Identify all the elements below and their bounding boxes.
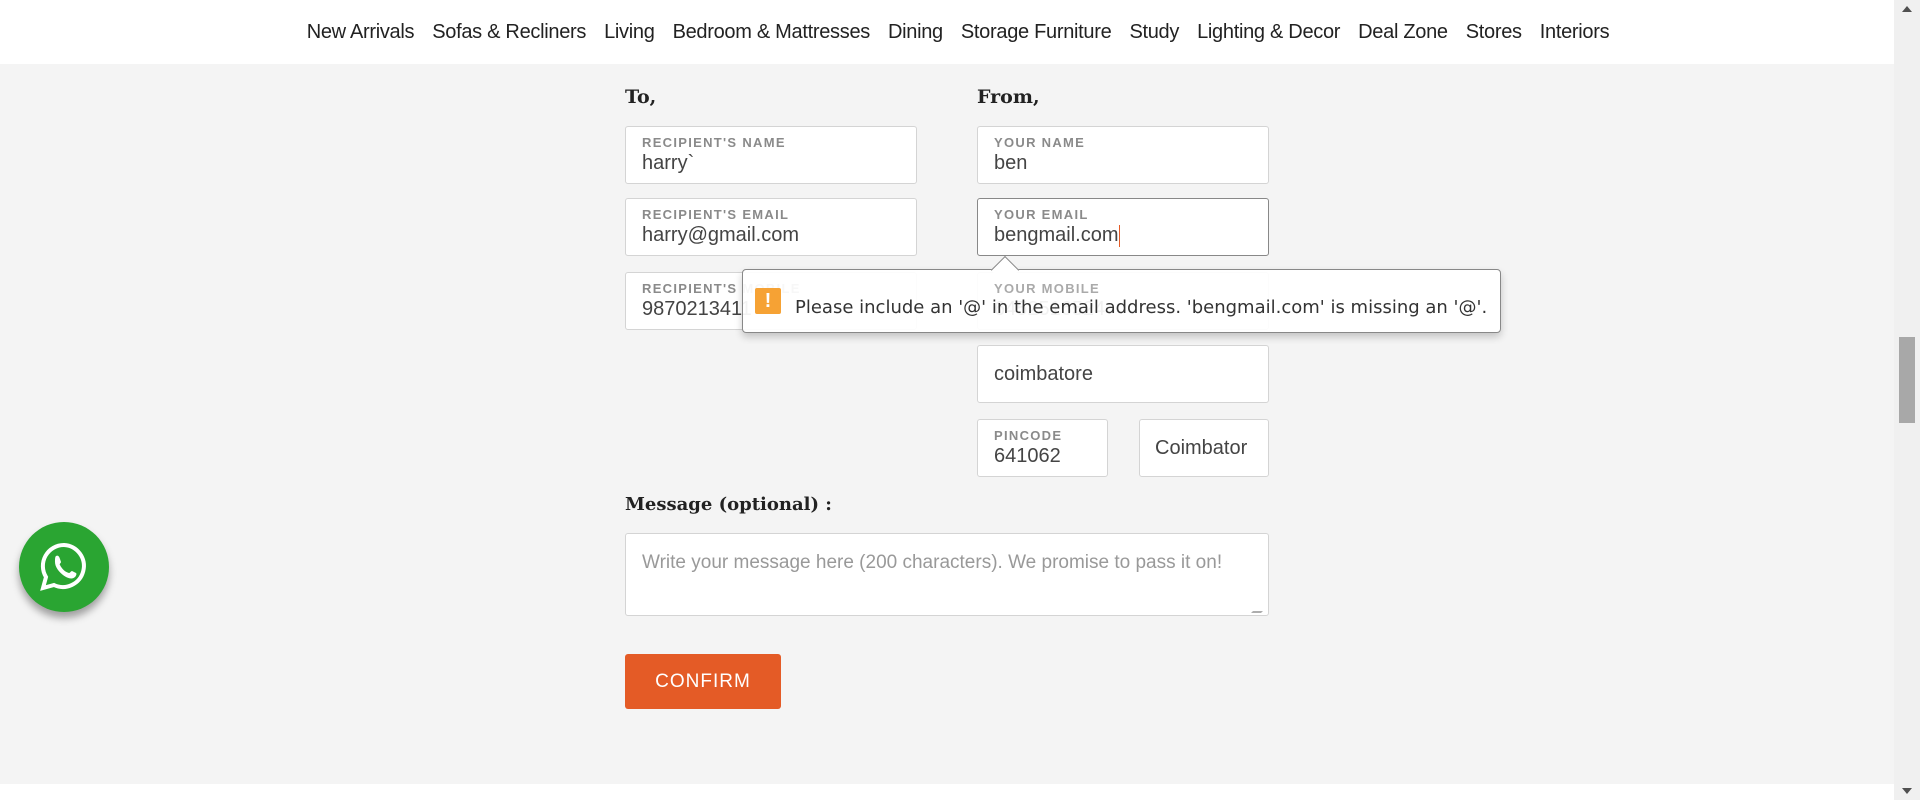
scrollbar[interactable]	[1894, 0, 1920, 800]
recipient-name-label: RECIPIENT'S NAME	[642, 135, 786, 150]
confirm-button[interactable]: CONFIRM	[625, 654, 781, 709]
city-select-value: Coimbator	[1155, 437, 1248, 459]
main-nav: New Arrivals Sofas & Recliners Living Be…	[0, 0, 1894, 64]
your-name-label: YOUR NAME	[994, 135, 1086, 150]
message-textarea[interactable]: Write your message here (200 characters)…	[625, 533, 1271, 616]
warning-icon: !	[755, 288, 781, 314]
message-placeholder: Write your message here (200 characters)…	[642, 552, 1223, 573]
nav-living[interactable]: Living	[604, 21, 655, 44]
recipient-name-field[interactable]: RECIPIENT'S NAME harry`	[625, 126, 917, 184]
scroll-down-icon[interactable]	[1902, 788, 1912, 794]
nav-new-arrivals[interactable]: New Arrivals	[307, 21, 415, 44]
nav-stores[interactable]: Stores	[1466, 21, 1522, 44]
recipient-email-value: harry@gmail.com	[642, 224, 800, 246]
resize-handle-icon[interactable]	[1251, 603, 1271, 613]
pincode-value: 641062	[994, 445, 1061, 467]
footer	[0, 784, 1894, 800]
nav-sofas-recliners[interactable]: Sofas & Recliners	[432, 21, 586, 44]
scrollbar-thumb[interactable]	[1899, 337, 1915, 423]
recipient-email-label: RECIPIENT'S EMAIL	[642, 207, 790, 222]
recipient-name-value: harry`	[642, 152, 695, 174]
your-email-label: YOUR EMAIL	[994, 207, 1089, 222]
nav-interiors[interactable]: Interiors	[1540, 21, 1610, 44]
nav-lighting-decor[interactable]: Lighting & Decor	[1197, 21, 1340, 44]
city-select-field[interactable]: Coimbator	[1139, 419, 1269, 477]
nav-dining[interactable]: Dining	[888, 21, 943, 44]
to-heading: To,	[625, 86, 657, 108]
whatsapp-icon	[40, 542, 86, 591]
whatsapp-button[interactable]	[19, 522, 109, 612]
your-mobile-label: YOUR MOBILE	[994, 281, 1101, 296]
nav-study[interactable]: Study	[1129, 21, 1179, 44]
your-name-field[interactable]: YOUR NAME ben	[977, 126, 1269, 184]
nav-storage-furniture[interactable]: Storage Furniture	[961, 21, 1112, 44]
pincode-field[interactable]: PINCODE 641062	[977, 419, 1108, 477]
tooltip-arrow	[990, 255, 1020, 285]
nav-bedroom-mattresses[interactable]: Bedroom & Mattresses	[673, 21, 871, 44]
nav-deal-zone[interactable]: Deal Zone	[1358, 21, 1448, 44]
your-email-value: bengmail.com	[994, 224, 1119, 246]
city-field[interactable]: coimbatore	[977, 345, 1269, 403]
your-name-value: ben	[994, 152, 1028, 174]
city-value: coimbatore	[994, 363, 1093, 385]
pincode-label: PINCODE	[994, 428, 1063, 443]
scroll-up-icon[interactable]	[1902, 6, 1912, 12]
your-email-field[interactable]: YOUR EMAIL bengmail.com	[977, 198, 1269, 256]
from-heading: From,	[977, 86, 1040, 108]
recipient-email-field[interactable]: RECIPIENT'S EMAIL harry@gmail.com	[625, 198, 917, 256]
tooltip-message: Please include an '@' in the email addre…	[795, 296, 1488, 318]
validation-tooltip: ! Please include an '@' in the email add…	[742, 255, 1501, 333]
message-label: Message (optional) :	[625, 494, 832, 515]
text-caret	[1118, 224, 1120, 247]
